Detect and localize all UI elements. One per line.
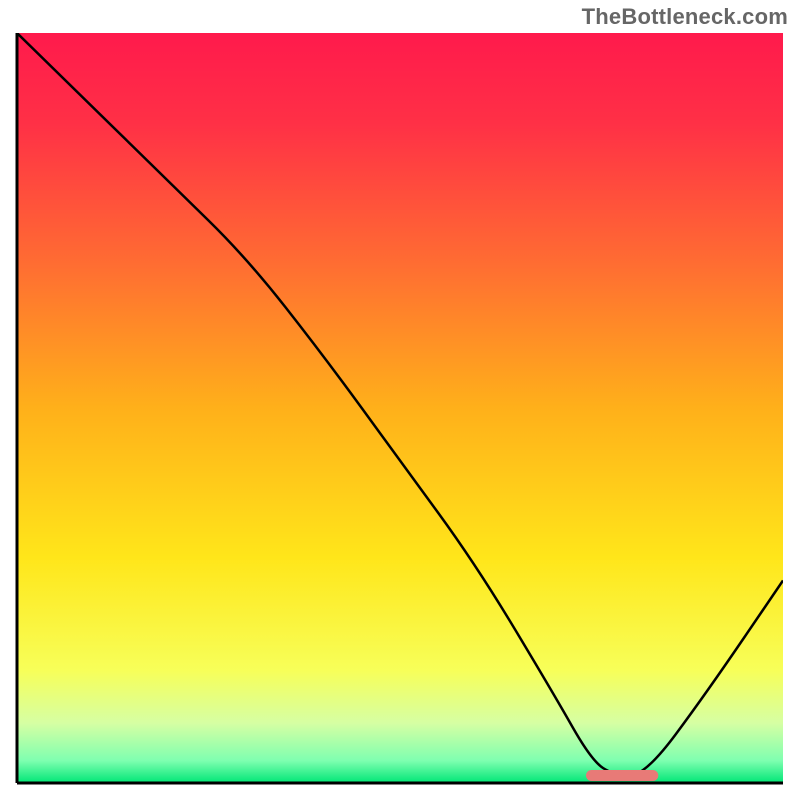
plot-svg bbox=[14, 30, 786, 786]
plot-frame bbox=[14, 30, 786, 786]
chart-canvas: TheBottleneck.com bbox=[0, 0, 800, 800]
watermark-text: TheBottleneck.com bbox=[582, 4, 788, 30]
